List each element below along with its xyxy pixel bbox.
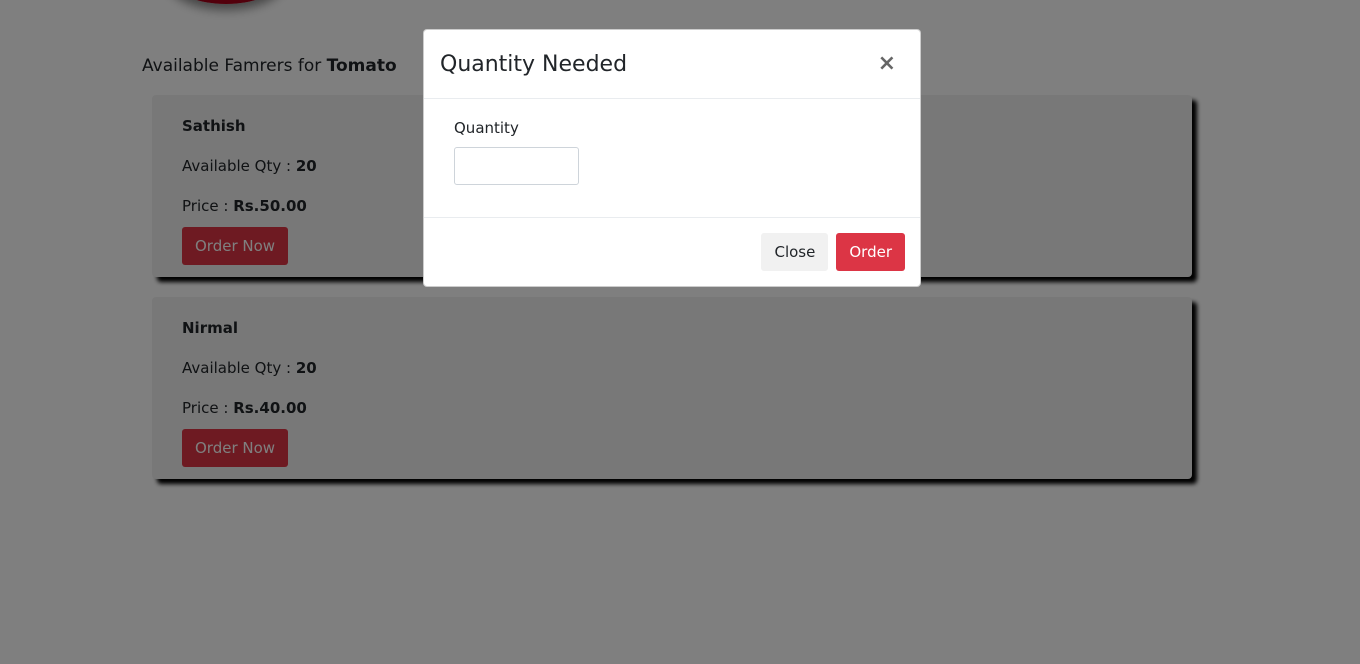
close-button[interactable]: Close bbox=[761, 233, 829, 271]
modal-header: Quantity Needed × bbox=[424, 30, 920, 99]
modal-footer: Close Order bbox=[424, 218, 920, 286]
page: Available Famrers for Tomato Sathish Ava… bbox=[0, 0, 1360, 664]
order-button[interactable]: Order bbox=[836, 233, 905, 271]
modal-body: Quantity bbox=[424, 99, 920, 218]
modal-title: Quantity Needed bbox=[440, 51, 628, 77]
quantity-label: Quantity bbox=[454, 119, 519, 137]
quantity-input[interactable] bbox=[454, 147, 579, 185]
close-icon[interactable]: × bbox=[870, 53, 904, 75]
quantity-modal: Quantity Needed × Quantity Close Order bbox=[423, 29, 921, 287]
